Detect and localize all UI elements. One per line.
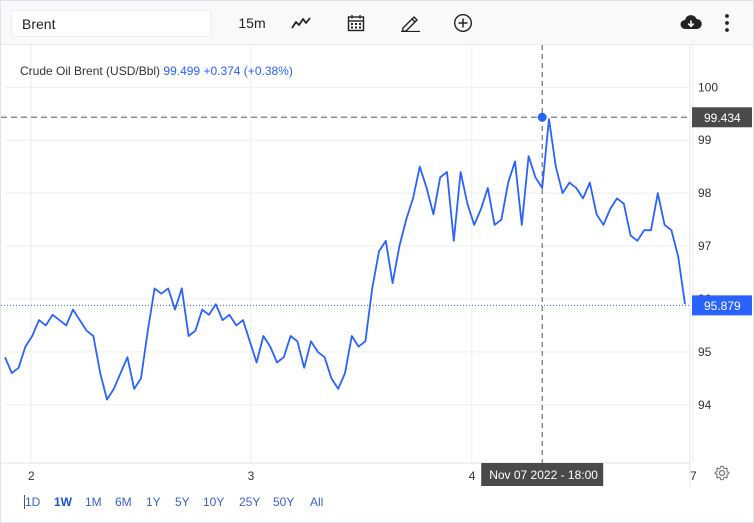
interval-selector[interactable]: 15m — [237, 9, 267, 37]
x-tick-label: 4 — [469, 469, 476, 483]
more-icon[interactable] — [717, 9, 737, 37]
legend-name: Crude Oil Brent (USD/Bbl) — [20, 64, 161, 78]
range-5y[interactable]: 5Y — [175, 495, 190, 509]
last-price-label: 95.879 — [704, 299, 741, 313]
series-line — [4, 118, 686, 401]
range-selector: 1D 1W 1M 6M 1Y 5Y 10Y 25Y 50Y All — [1, 487, 753, 517]
range-50y[interactable]: 50Y — [273, 495, 294, 509]
crosshair-price-label: 99.434 — [704, 111, 741, 125]
y-tick-label: 98 — [698, 186, 712, 200]
y-tick-label: 99 — [698, 133, 712, 147]
y-tick-label: 94 — [698, 398, 712, 412]
range-25y[interactable]: 25Y — [239, 495, 260, 509]
range-1y[interactable]: 1Y — [146, 495, 161, 509]
range-1w[interactable]: 1W — [54, 495, 72, 509]
legend-change: +0.374 (+0.38%) — [203, 64, 293, 78]
calendar-icon[interactable] — [343, 9, 369, 37]
line-chart-icon[interactable] — [288, 9, 314, 37]
x-tick-label: 7 — [690, 469, 697, 483]
x-tick-label: 2 — [28, 469, 35, 483]
toolbar: Brent 15m — [1, 1, 753, 45]
settings-gear-icon[interactable] — [714, 465, 730, 486]
range-all[interactable]: All — [310, 495, 323, 509]
x-tick-label: 3 — [248, 469, 255, 483]
y-tick-label: 95 — [698, 345, 712, 359]
chart-legend: Crude Oil Brent (USD/Bbl) 99.499 +0.374 … — [20, 64, 293, 78]
price-chart[interactable]: 949596979899100234799.43495.879Nov 07 20… — [1, 45, 753, 487]
symbol-search-input[interactable]: Brent — [11, 10, 211, 37]
crosshair-point — [537, 112, 547, 122]
y-tick-label: 97 — [698, 239, 712, 253]
range-10y[interactable]: 10Y — [203, 495, 224, 509]
crosshair-time-label: Nov 07 2022 - 18:00 — [489, 468, 598, 482]
chart-widget: Brent 15m 949596979899100234799.43495.87… — [0, 0, 754, 523]
range-1m[interactable]: 1M — [85, 495, 102, 509]
range-6m[interactable]: 6M — [115, 495, 132, 509]
y-tick-label: 100 — [698, 80, 718, 94]
range-1d[interactable]: 1D — [25, 495, 40, 509]
download-icon[interactable] — [678, 9, 704, 37]
legend-price: 99.499 — [163, 64, 201, 78]
pencil-icon[interactable] — [397, 9, 423, 37]
add-indicator-icon[interactable] — [450, 9, 476, 37]
